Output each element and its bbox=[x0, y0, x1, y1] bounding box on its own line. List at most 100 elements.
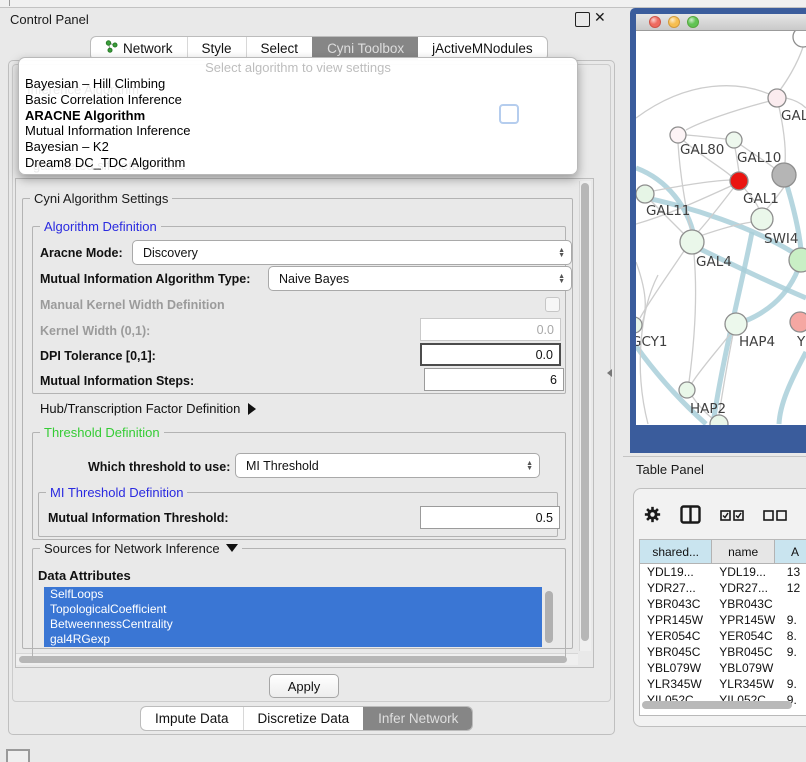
algorithm-option[interactable]: Dream8 DC_TDC Algorithm bbox=[19, 155, 577, 171]
float-panel-icon[interactable] bbox=[575, 12, 590, 27]
network-node[interactable] bbox=[793, 31, 806, 47]
thin-edge[interactable] bbox=[786, 98, 806, 108]
sources-group-title[interactable]: Sources for Network Inference bbox=[40, 541, 242, 556]
thin-edge[interactable] bbox=[636, 86, 769, 118]
algorithm-dropdown[interactable]: Inference Algorithm galFiltered.sif defa… bbox=[18, 57, 578, 175]
network-node-gal80[interactable] bbox=[670, 127, 686, 143]
application-window: Control Panel ✕ NetworkStyleSelectCyni T… bbox=[0, 0, 806, 762]
panel-divider-arrow[interactable] bbox=[607, 369, 612, 377]
network-node-gal4[interactable] bbox=[680, 230, 704, 254]
columns-icon[interactable] bbox=[680, 505, 701, 529]
table-cell: YPR145W bbox=[712, 612, 775, 628]
which-threshold-select[interactable]: MI Threshold ▲▼ bbox=[235, 453, 540, 478]
network-graph[interactable]: GALGAL80GAL10GAL1SWI4GAL11GAL4GCY1HAP4YH… bbox=[636, 31, 806, 425]
network-node-gal10[interactable] bbox=[726, 132, 742, 148]
node-attribute-table[interactable]: shared...nameA YDL19...YDL19...13YDR27..… bbox=[639, 539, 806, 716]
tab-infer-network[interactable]: Infer Network bbox=[363, 707, 472, 730]
column-header-a[interactable]: A bbox=[775, 540, 806, 563]
stepper-arrows-icon: ▲▼ bbox=[558, 267, 565, 290]
zoom-window-button[interactable] bbox=[687, 16, 699, 28]
network-node[interactable] bbox=[789, 248, 806, 272]
algorithm-option[interactable]: Mutual Information Inference bbox=[19, 123, 577, 139]
table-row[interactable]: YDR27...YDR27...12 bbox=[640, 580, 806, 596]
table-cell bbox=[775, 660, 806, 676]
hub-definition-toggle[interactable]: Hub/Transcription Factor Definition bbox=[40, 401, 256, 416]
table-row[interactable]: YBR045CYBR045C9. bbox=[640, 644, 806, 660]
table-toolbar bbox=[644, 505, 806, 529]
table-cell: YDL19... bbox=[712, 564, 775, 580]
algorithm-dropdown-options: Bayesian – Hill ClimbingBasic Correlatio… bbox=[19, 76, 577, 171]
thin-edge[interactable] bbox=[686, 101, 770, 130]
data-attribute-item[interactable]: BetweennessCentrality bbox=[44, 617, 542, 632]
table-horizontal-scrollbar[interactable] bbox=[640, 701, 800, 711]
select-checked-icon[interactable] bbox=[720, 508, 744, 526]
minimize-window-button[interactable] bbox=[668, 16, 680, 28]
mi-algorithm-type-select[interactable]: Naive Bayes ▲▼ bbox=[268, 266, 572, 291]
table-row[interactable]: YBR043CYBR043C bbox=[640, 596, 806, 612]
network-node[interactable] bbox=[772, 163, 796, 187]
table-row[interactable]: YLR345WYLR345W9. bbox=[640, 676, 806, 692]
control-panel-titlebar: Control Panel ✕ bbox=[0, 8, 622, 32]
table-row[interactable]: YER054CYER054C8. bbox=[640, 628, 806, 644]
minimized-panel-icon[interactable] bbox=[6, 749, 30, 762]
which-threshold-value: MI Threshold bbox=[246, 459, 319, 473]
column-header-name[interactable]: name bbox=[712, 540, 775, 563]
network-node-gcy1[interactable] bbox=[636, 317, 642, 333]
network-node-gal1[interactable] bbox=[730, 172, 748, 190]
algorithm-option[interactable]: Basic Correlation Inference bbox=[19, 92, 577, 108]
table-cell: YLR345W bbox=[712, 676, 775, 692]
network-node-swi4[interactable] bbox=[751, 208, 773, 230]
gear-icon[interactable] bbox=[644, 506, 661, 528]
thin-edge[interactable] bbox=[686, 135, 726, 139]
table-cell: 9. bbox=[775, 644, 806, 660]
algorithm-option[interactable]: Bayesian – K2 bbox=[19, 139, 577, 155]
column-header-shared[interactable]: shared... bbox=[640, 540, 712, 563]
table-panel-title: Table Panel bbox=[636, 462, 704, 477]
dpi-tolerance-input[interactable]: 0.0 bbox=[420, 343, 561, 366]
node-label-gal4: GAL4 bbox=[696, 254, 732, 270]
tab-impute-data[interactable]: Impute Data bbox=[141, 707, 243, 730]
kernel-width-input[interactable]: 0.0 bbox=[420, 318, 561, 341]
data-attribute-item[interactable]: SelfLoops bbox=[44, 587, 542, 602]
network-node-hap2[interactable] bbox=[679, 382, 695, 398]
data-attribute-item[interactable]: TopologicalCoefficient bbox=[44, 602, 542, 617]
table-row[interactable]: YPR145WYPR145W9. bbox=[640, 612, 806, 628]
tab-discretize-data[interactable]: Discretize Data bbox=[243, 707, 364, 730]
data-attribute-item[interactable]: gal4RGexp bbox=[44, 632, 542, 647]
manual-kernel-width-checkbox[interactable] bbox=[545, 297, 560, 312]
table-row[interactable]: YDL19...YDL19...13 bbox=[640, 564, 806, 580]
vertical-scrollbar[interactable] bbox=[579, 181, 591, 651]
select-unchecked-icon[interactable] bbox=[763, 508, 787, 526]
network-node-hap4[interactable] bbox=[725, 313, 747, 335]
table-cell: 8. bbox=[775, 628, 806, 644]
mi-threshold-input[interactable]: 0.5 bbox=[420, 506, 560, 529]
sources-title-text: Sources for Network Inference bbox=[44, 541, 220, 556]
network-node-y[interactable] bbox=[790, 312, 806, 332]
table-cell: YDR27... bbox=[712, 580, 775, 596]
algorithm-option[interactable]: ARACNE Algorithm bbox=[19, 108, 577, 124]
network-window-titlebar[interactable] bbox=[636, 14, 806, 31]
algorithm-option[interactable]: Bayesian – Hill Climbing bbox=[19, 76, 577, 92]
vertical-scrollbar-thumb[interactable] bbox=[581, 183, 589, 641]
thin-edge[interactable] bbox=[689, 254, 696, 382]
data-attributes-list[interactable]: SelfLoopsTopologicalCoefficientBetweenne… bbox=[44, 587, 558, 650]
node-label-gal80: GAL80 bbox=[680, 142, 724, 158]
table-cell: YBL079W bbox=[712, 660, 775, 676]
table-row[interactable]: YBL079WYBL079W bbox=[640, 660, 806, 676]
table-cell bbox=[775, 596, 806, 612]
table-cell: YBR043C bbox=[712, 596, 775, 612]
data-attributes-label: Data Attributes bbox=[38, 568, 131, 583]
mi-steps-input[interactable]: 6 bbox=[424, 368, 564, 391]
apply-button[interactable]: Apply bbox=[269, 674, 339, 698]
table-horizontal-scrollbar-thumb[interactable] bbox=[642, 701, 792, 709]
network-node-gal11[interactable] bbox=[636, 185, 654, 203]
close-panel-icon[interactable]: ✕ bbox=[594, 9, 606, 26]
aracne-mode-select[interactable]: Discovery ▲▼ bbox=[132, 240, 572, 265]
thick-edge[interactable] bbox=[779, 352, 806, 424]
table-rows: YDL19...YDL19...13YDR27...YDR27...12YBR0… bbox=[640, 564, 806, 708]
manual-kernel-width-label: Manual Kernel Width Definition bbox=[40, 298, 225, 312]
close-window-button[interactable] bbox=[649, 16, 661, 28]
network-node-gal[interactable] bbox=[768, 89, 786, 107]
control-panel-title: Control Panel bbox=[10, 12, 89, 27]
thin-edge[interactable] bbox=[780, 47, 803, 90]
